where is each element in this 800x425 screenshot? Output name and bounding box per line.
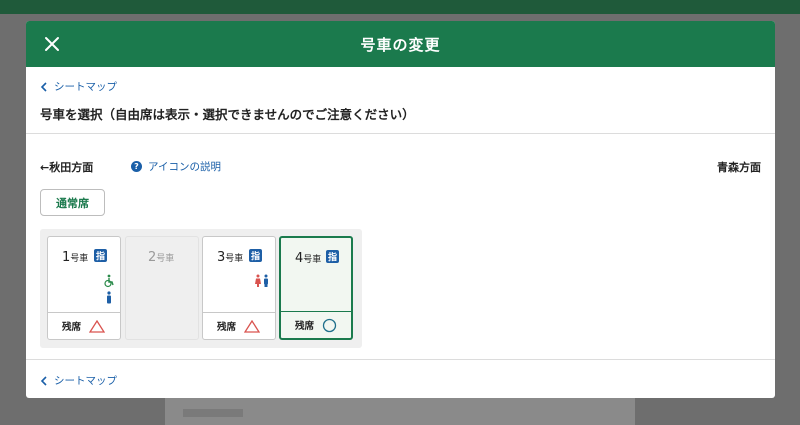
car-4[interactable]: 4号車 指 残席 — [279, 236, 353, 340]
few-seats-triangle-icon — [89, 319, 106, 333]
modal-title: 号車の変更 — [360, 36, 441, 54]
car-change-modal: 号車の変更 シートマップ 号車を選択（自由席は表示・選択できませんのでご注意くだ… — [26, 21, 775, 398]
multipurpose-icon — [107, 291, 111, 304]
seatmap-back-link-bottom[interactable]: シートマップ — [40, 373, 117, 388]
page-heading: 号車を選択（自由席は表示・選択できませんのでご注意ください） — [40, 107, 415, 122]
seatmap-back-link-top[interactable]: シートマップ — [40, 79, 117, 94]
divider — [26, 133, 775, 134]
remaining-label: 残席 — [62, 322, 82, 333]
icon-help-link[interactable]: ? アイコンの説明 — [131, 159, 221, 174]
car-number: 2号車 — [148, 250, 175, 265]
icon-help-label: アイコンの説明 — [148, 161, 221, 173]
modal-header: 号車の変更 — [26, 21, 775, 67]
car-selector: 1号車 指 残席 2号車 3号車 指 残席 4号車 指 残席 — [40, 229, 362, 348]
car-footer: 残席 — [281, 311, 351, 338]
reserved-badge: 指 — [326, 250, 339, 263]
available-circle-icon — [322, 318, 337, 332]
reserved-badge: 指 — [249, 249, 262, 262]
remaining-label: 残席 — [217, 322, 237, 333]
seatmap-link-label: シートマップ — [54, 81, 117, 93]
direction-right: 青森方面 — [717, 161, 761, 174]
question-icon: ? — [131, 161, 142, 172]
chevron-left-icon — [40, 375, 47, 386]
car-number: 3号車 — [217, 250, 244, 265]
background-app-bar — [0, 0, 800, 14]
background-card — [165, 395, 635, 425]
car-1[interactable]: 1号車 指 残席 — [47, 236, 121, 340]
car-number: 1号車 — [62, 250, 89, 265]
car-footer: 残席 — [203, 312, 275, 339]
car-number: 4号車 — [295, 251, 322, 266]
remaining-label: 残席 — [295, 321, 315, 332]
car-3[interactable]: 3号車 指 残席 — [202, 236, 276, 340]
reserved-badge: 指 — [94, 249, 107, 262]
direction-left: ←秋田方面 — [40, 161, 94, 174]
restroom-icon — [255, 274, 268, 287]
car-footer: 残席 — [48, 312, 120, 339]
divider — [26, 359, 775, 360]
seat-class-button[interactable]: 通常席 — [40, 189, 105, 216]
chevron-left-icon — [40, 81, 47, 92]
seatmap-link-label: シートマップ — [54, 375, 117, 387]
car-2: 2号車 — [125, 236, 199, 340]
few-seats-triangle-icon — [244, 319, 261, 333]
wheelchair-icon — [104, 274, 114, 288]
background-text-placeholder — [183, 409, 243, 417]
